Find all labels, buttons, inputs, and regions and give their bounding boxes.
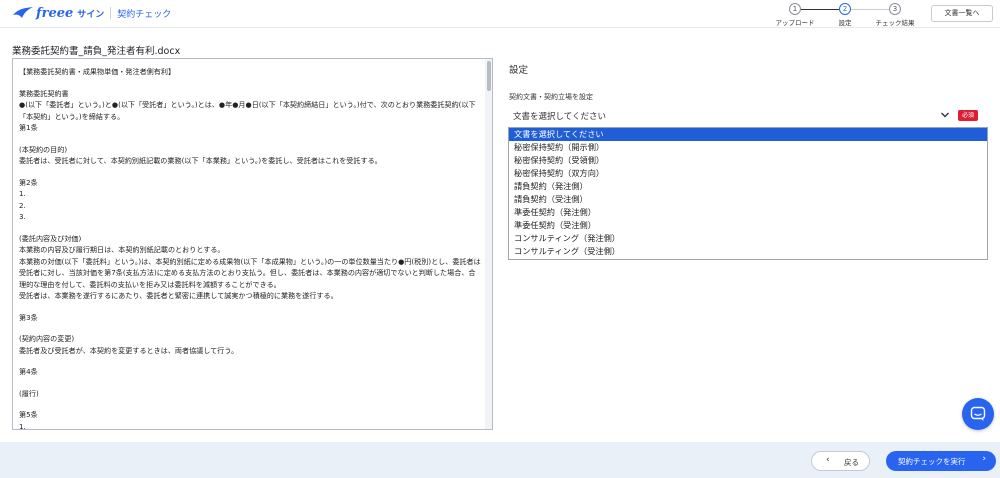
step-number: 2 bbox=[839, 3, 851, 15]
contract-type-label: 契約文書・契約立場を設定 bbox=[509, 93, 593, 101]
brand-sub: サイン bbox=[77, 9, 105, 20]
step-settings: 2 設定 bbox=[820, 3, 870, 27]
logo-divider bbox=[110, 7, 112, 19]
app-name: 契約チェック bbox=[117, 9, 172, 20]
document-paragraph: (契約内容の変更) bbox=[19, 334, 75, 343]
document-filename: 業務委託契約書_請負_発注者有利.docx bbox=[12, 46, 181, 57]
document-text: 【業務委託契約書・成果物単価・発注者側有利】 業務委託契約書 ●(以下「委託者」とい… bbox=[19, 66, 481, 430]
progress-stepper: 1 アップロード 2 設定 3 チェック結果 bbox=[770, 3, 920, 27]
step-upload: 1 アップロード bbox=[770, 3, 820, 27]
bird-logo-icon bbox=[13, 7, 33, 18]
step-label: 設定 bbox=[838, 19, 852, 27]
freee-sign-logo[interactable]: freee サイン 契約チェック bbox=[12, 5, 171, 21]
document-paragraph: (本契約の目的) bbox=[19, 144, 68, 154]
document-paragraph: 第4条 bbox=[19, 367, 38, 376]
document-paragraph: 3. bbox=[19, 212, 26, 221]
required-badge: 必須 bbox=[958, 110, 978, 121]
dropdown-option[interactable]: 請負契約（発注側） bbox=[509, 180, 987, 193]
document-paragraph: (履行) bbox=[19, 388, 39, 398]
dropdown-option[interactable]: 準委任契約（受注側） bbox=[509, 219, 987, 232]
document-paragraph: 本業務の対価(以下「委託料」という。)は、本契約別紙に定める成果物(以下「本成果… bbox=[19, 256, 481, 289]
document-paragraph: 2. bbox=[19, 200, 26, 210]
dropdown-option[interactable]: 秘密保持契約（開示側） bbox=[509, 141, 987, 154]
document-paragraph: 1. bbox=[19, 189, 26, 198]
document-paragraph: 第2条 bbox=[19, 177, 38, 187]
dropdown-option[interactable]: コンサルティング（発注側） bbox=[509, 232, 987, 245]
dropdown-option[interactable]: 準委任契約（発注側） bbox=[509, 206, 987, 219]
step-number: 1 bbox=[789, 3, 801, 15]
step-results: 3 チェック結果 bbox=[870, 3, 920, 27]
document-paragraph: 第3条 bbox=[19, 312, 38, 322]
step-label: アップロード bbox=[775, 19, 815, 27]
document-paragraph: 第1条 bbox=[19, 123, 38, 132]
back-button[interactable]: ‹ 戻る bbox=[811, 451, 870, 471]
document-viewer[interactable]: 【業務委託契約書・成果物単価・発注者側有利】 業務委託契約書 ●(以下「委託者」とい… bbox=[12, 58, 493, 430]
chat-icon bbox=[970, 406, 986, 421]
run-contract-check-button[interactable]: 契約チェックを実行 › bbox=[886, 451, 996, 471]
run-button-label: 契約チェックを実行 bbox=[898, 457, 966, 466]
contract-type-dropdown[interactable]: 文書を選択してください 秘密保持契約（開示側） 秘密保持契約（受領側） 秘密保持契約（… bbox=[508, 127, 988, 260]
document-scrollbar[interactable] bbox=[485, 59, 492, 429]
brand-name: freee bbox=[36, 5, 74, 21]
select-current-value: 文書を選択してください bbox=[513, 112, 606, 122]
step-label: チェック結果 bbox=[875, 19, 915, 27]
chevron-right-icon: › bbox=[982, 454, 986, 464]
step-number: 3 bbox=[889, 3, 901, 15]
dropdown-option[interactable]: 文書を選択してください bbox=[509, 128, 987, 141]
back-button-label: 戻る bbox=[844, 458, 859, 467]
chat-support-button[interactable] bbox=[962, 398, 994, 430]
dropdown-option[interactable]: 秘密保持契約（受領側） bbox=[509, 154, 987, 167]
document-paragraph: 委託者は、受託者に対して、本契約別紙記載の業務(以下「本業務」という。)を委託し… bbox=[19, 156, 382, 165]
dropdown-option[interactable]: コンサルティング（受注側） bbox=[509, 245, 987, 258]
document-paragraph: 本業務の内容及び履行期日は、本契約別紙記載のとおりとする。 bbox=[19, 245, 225, 254]
document-list-button[interactable]: 文書一覧へ bbox=[931, 5, 993, 22]
app-header: freee サイン 契約チェック 1 アップロード 2 設定 3 チェック結果 … bbox=[0, 0, 1000, 28]
document-paragraph: 1. bbox=[19, 421, 26, 430]
document-paragraph: 第5条 bbox=[19, 410, 38, 419]
settings-title: 設定 bbox=[509, 65, 529, 76]
document-paragraph: (委託内容及び対価) bbox=[19, 233, 82, 243]
contract-type-select[interactable]: 文書を選択してください bbox=[509, 108, 954, 124]
document-paragraph: 【業務委託契約書・成果物単価・発注者側有利】 bbox=[19, 67, 176, 76]
document-paragraph: ●(以下「委託者」という。)と●(以下「受託者」という。)とは、●年●月●日(以… bbox=[19, 100, 476, 121]
scrollbar-thumb[interactable] bbox=[487, 61, 491, 91]
dropdown-option[interactable]: 秘密保持契約（双方向） bbox=[509, 167, 987, 180]
document-paragraph: 委託者及び受託者が、本契約を変更するときは、両者協議して行う。 bbox=[19, 345, 239, 355]
document-paragraph: 受託者は、本業務を遂行するにあたり、委託者と緊密に連携して誠実かつ積極的に業務を… bbox=[19, 291, 338, 300]
document-paragraph: 業務委託契約書 bbox=[19, 88, 69, 98]
chevron-left-icon: ‹ bbox=[826, 455, 830, 465]
dropdown-option[interactable]: 請負契約（受注側） bbox=[509, 193, 987, 206]
chevron-down-icon bbox=[941, 112, 949, 118]
